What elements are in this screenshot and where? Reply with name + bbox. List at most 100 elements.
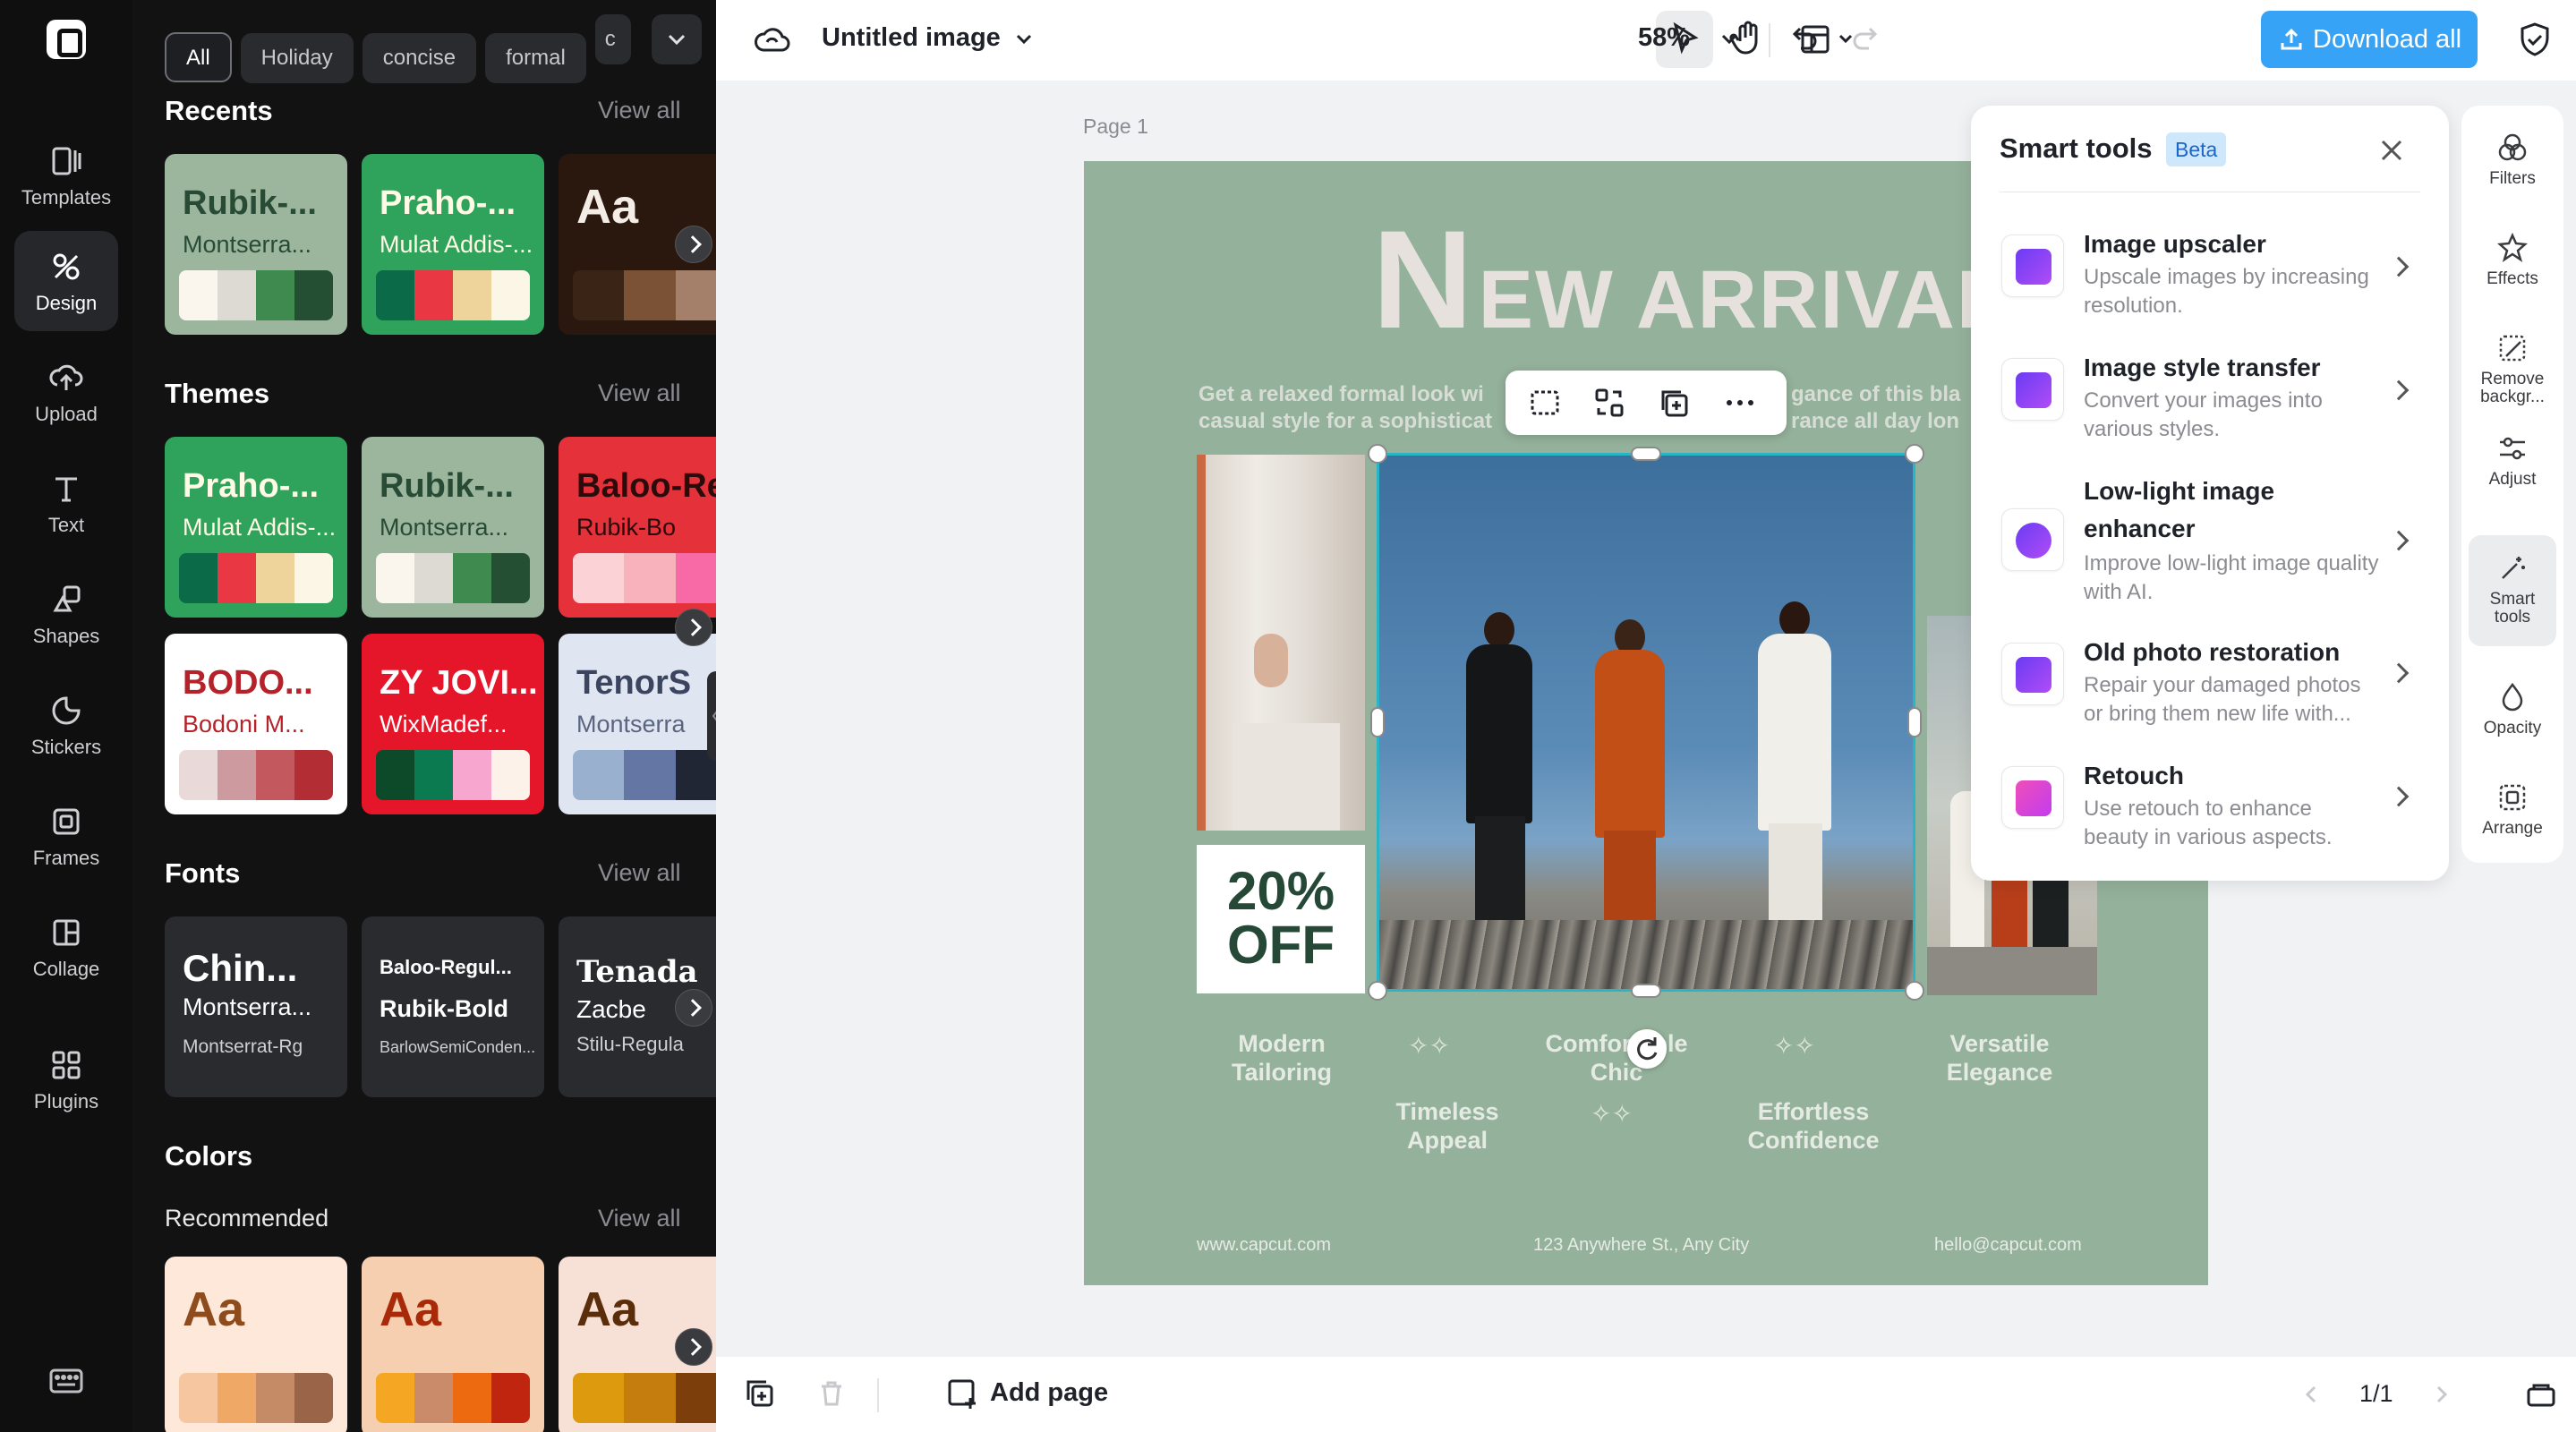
fonts-view-all[interactable]: View all [598,859,681,887]
footer-email[interactable]: hello@capcut.com [1934,1235,2082,1256]
color-swatches [573,750,716,800]
download-all-button[interactable]: Download all [2261,11,2478,68]
chip-holiday[interactable]: Holiday [240,33,354,83]
rail-remove-background[interactable]: Remove backgr... [2469,315,2556,408]
remove-bg-icon [2499,335,2526,362]
carousel-next-arrow[interactable] [675,1328,712,1366]
tool-image-upscaler[interactable]: Image upscaler Upscale images by increas… [1992,224,2427,340]
theme-card[interactable]: Aa [165,1257,347,1432]
swatch [491,553,530,603]
zoom-dropdown-icon[interactable] [1717,27,1742,52]
offer-box[interactable]: 20% OFF [1197,845,1365,993]
chip-concise[interactable]: concise [362,33,477,83]
tool-image-style-transfer[interactable]: Image style transfer Convert your images… [1992,347,2427,464]
feature-comfortable-chic[interactable]: Comfortable Chic [1531,1029,1702,1087]
resize-handle-top[interactable] [1631,447,1661,461]
font-card[interactable]: Chin... Montserra... Montserrat-Rg [165,916,347,1097]
rail-effects[interactable]: Effects [2469,215,2556,308]
chip-formal[interactable]: formal [485,33,586,83]
theme-card[interactable]: Praho-... Mulat Addis-... [165,437,347,618]
chevron-down-icon[interactable] [1011,27,1036,52]
toolbar-divider [1769,23,1770,57]
duplicate-icon[interactable] [1656,385,1692,421]
recents-view-all[interactable]: View all [598,97,681,124]
zoom-level[interactable]: 58% [1638,23,1690,53]
keyboard-icon[interactable] [48,1368,84,1394]
swatch [376,553,414,603]
feature-modern-tailoring[interactable]: Modern Tailoring [1197,1029,1367,1087]
close-icon[interactable] [2374,132,2410,168]
carousel-next-arrow[interactable] [675,609,712,646]
chip-all[interactable]: All [165,32,232,82]
feature-versatile-elegance[interactable]: Versatile Elegance [1915,1029,2085,1087]
tool-old-photo-restoration[interactable]: Old photo restoration Repair your damage… [1992,632,2427,748]
rail-adjust[interactable]: Adjust [2469,415,2556,508]
rail-item-upload[interactable]: Upload [14,342,118,442]
resize-handle-top-left[interactable] [1368,444,1387,464]
more-icon[interactable] [1720,385,1760,421]
color-swatches [376,553,530,603]
rail-item-stickers[interactable]: Stickers [14,675,118,775]
poster-subtext-left[interactable]: Get a relaxed formal look wi casual styl… [1198,381,1492,435]
rail-item-templates[interactable]: Templates [14,125,118,226]
rail-item-shapes[interactable]: Shapes [14,564,118,664]
document-title[interactable]: Untitled image [822,23,1001,53]
themes-view-all[interactable]: View all [598,379,681,407]
poster-headline[interactable]: NEW ARRIVAL [1372,200,2009,361]
tool-low-light-enhancer[interactable]: Low-light image enhancer Improve low-lig… [1992,471,2427,623]
resize-handle-top-right[interactable] [1905,444,1924,464]
footer-website[interactable]: www.capcut.com [1197,1235,1331,1256]
tool-retouch[interactable]: Retouch Use retouch to enhance beauty in… [1992,755,2427,872]
chip-more[interactable]: c [594,14,631,64]
suit-detail-photo[interactable] [1197,455,1365,831]
next-page-icon[interactable] [2427,1380,2456,1409]
fonts-next-arrow[interactable] [675,989,712,1027]
theme-card[interactable]: BODO... Bodoni M... [165,634,347,814]
resize-handle-bottom-left[interactable] [1368,981,1387,1001]
resize-handle-right[interactable] [1907,707,1922,737]
undo-icon[interactable] [1785,21,1821,57]
swatch [179,553,218,603]
chips-expand-button[interactable] [652,14,702,64]
carousel-next-arrow[interactable] [675,226,712,263]
duplicate-page-icon[interactable] [743,1377,777,1411]
layers-panel-icon[interactable] [2524,1377,2558,1411]
resize-handle-left[interactable] [1370,707,1385,737]
prev-page-icon[interactable] [2297,1380,2325,1409]
rail-item-design[interactable]: Design [14,231,118,331]
rail-item-plugins[interactable]: Plugins [14,1029,118,1129]
cloud-sync-icon[interactable] [754,23,791,55]
rail-arrange[interactable]: Arrange [2469,764,2556,857]
trash-icon[interactable] [815,1377,849,1411]
footer-address[interactable]: 123 Anywhere St., Any City [1533,1235,1749,1256]
crop-select-icon[interactable] [1527,385,1563,421]
replace-image-icon[interactable] [1591,385,1627,421]
resize-handle-bottom[interactable] [1631,984,1661,998]
theme-card[interactable]: Aa [362,1257,544,1432]
add-page-button[interactable]: Add page [945,1378,1108,1409]
theme-card[interactable]: Rubik-... Montserra... [362,437,544,618]
shield-icon[interactable] [2515,20,2555,59]
rail-filters[interactable]: Filters [2469,115,2556,208]
rail-item-collage[interactable]: Collage [14,897,118,997]
font-card[interactable]: Baloo-Regul... Rubik-Bold BarlowSemiCond… [362,916,544,1097]
theme-card[interactable]: Rubik-... Montserra... [165,154,347,335]
rail-smart-tools[interactable]: Smart tools [2469,535,2556,646]
theme-card[interactable]: Praho-... Mulat Addis-... [362,154,544,335]
rail-item-text[interactable]: Text [14,453,118,553]
rail-item-frames[interactable]: Frames [14,786,118,886]
resize-handle-bottom-right[interactable] [1905,981,1924,1001]
chevron-right-icon [2388,662,2410,684]
theme-card[interactable]: Baloo-Regu Rubik-Bo [559,437,716,618]
colors-view-all[interactable]: View all [598,1205,681,1232]
redo-icon[interactable] [1849,21,1885,57]
feature-effortless-confidence[interactable]: Effortless Confidence [1728,1097,1898,1155]
rail-opacity[interactable]: Opacity [2469,664,2556,757]
theme-card[interactable]: TenorS Montserra [559,634,716,814]
capcut-logo[interactable] [47,20,86,59]
poster-subtext-right[interactable]: gance of this bla rance all day lon [1791,381,1960,435]
feature-timeless-appeal[interactable]: Timeless Appeal [1367,1097,1528,1155]
rotate-button[interactable] [1627,1029,1667,1069]
theme-card[interactable]: ZY JOVI... WixMadef... [362,634,544,814]
swatch [179,750,218,800]
